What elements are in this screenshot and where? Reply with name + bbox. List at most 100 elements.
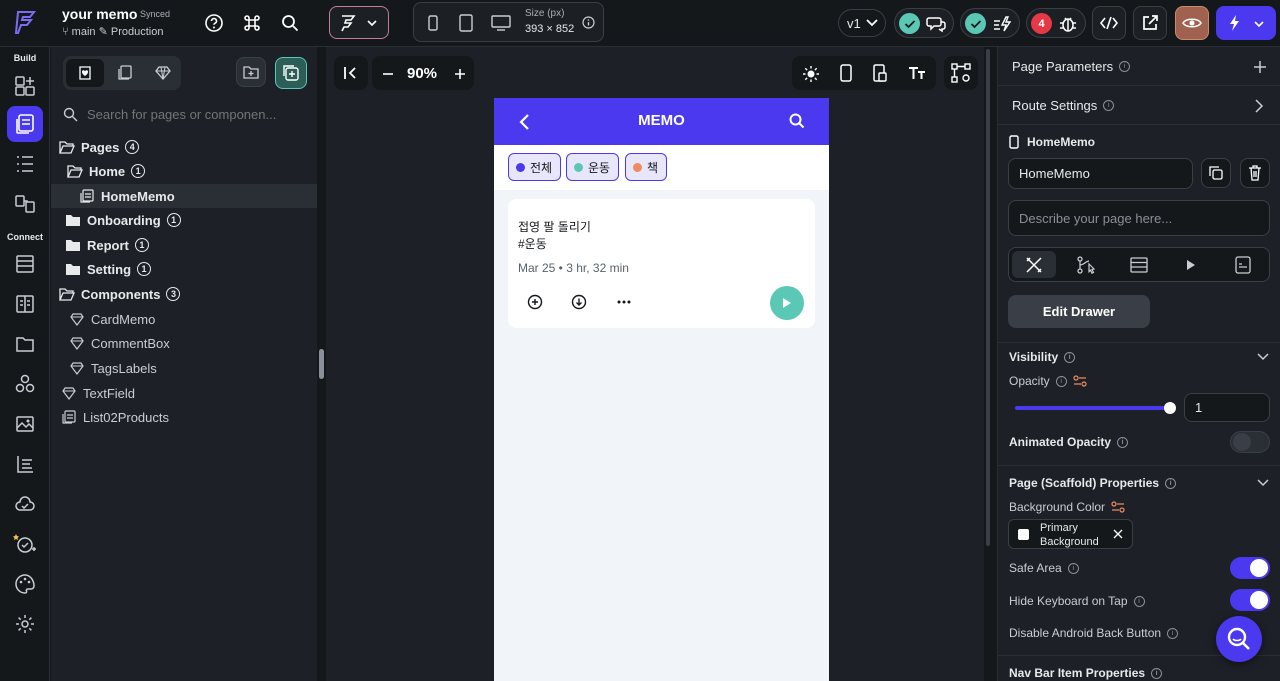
branch-info[interactable]: ⑂ main ✎ Production bbox=[62, 25, 163, 38]
nav-bar-properties-header[interactable]: Nav Bar Item Properties i bbox=[1009, 666, 1163, 680]
opacity-slider-thumb[interactable] bbox=[1164, 402, 1176, 414]
tree-folder-setting[interactable]: Setting 1 bbox=[51, 257, 317, 281]
tab-animations-play-icon[interactable] bbox=[1186, 259, 1196, 271]
tree-component-textfield[interactable]: TextField bbox=[51, 381, 317, 405]
search-icon[interactable] bbox=[277, 10, 303, 36]
chevron-down-icon[interactable] bbox=[1256, 478, 1270, 488]
phone-device-icon[interactable] bbox=[428, 15, 438, 31]
folder-icon[interactable] bbox=[12, 331, 38, 357]
desktop-device-icon[interactable] bbox=[491, 15, 511, 31]
info-icon[interactable]: i bbox=[1119, 60, 1131, 72]
theme-settings-icon[interactable] bbox=[12, 571, 38, 597]
add-icon[interactable] bbox=[1253, 60, 1267, 74]
tree-page-homememo[interactable]: HomeMemo bbox=[51, 184, 317, 208]
widget-tree-icon[interactable] bbox=[12, 151, 38, 177]
tree-folder-home[interactable]: Home 1 bbox=[51, 159, 317, 183]
tab-components-diamond-icon[interactable] bbox=[155, 65, 171, 81]
info-icon[interactable]: i bbox=[1133, 595, 1145, 607]
page-search-input[interactable] bbox=[87, 103, 307, 125]
version-dropdown[interactable]: v1 bbox=[838, 9, 886, 37]
scaffold-properties-header[interactable]: Page (Scaffold) Properties i bbox=[1009, 476, 1177, 490]
page-parameters-header[interactable]: Page Parameters i bbox=[998, 47, 1280, 86]
preview-button[interactable] bbox=[1175, 6, 1209, 40]
chip-book[interactable]: 책 bbox=[625, 153, 668, 181]
page-name-input[interactable]: HomeMemo bbox=[1008, 158, 1193, 189]
route-settings-header[interactable]: Route Settings i bbox=[998, 86, 1280, 125]
play-button[interactable] bbox=[770, 286, 804, 320]
tree-page-list02products[interactable]: List02Products bbox=[51, 405, 317, 429]
light-mode-icon[interactable] bbox=[802, 65, 820, 83]
opacity-slider-track[interactable] bbox=[1015, 406, 1171, 410]
errors-status[interactable]: 4 bbox=[1026, 8, 1086, 38]
project-title[interactable]: your memo bbox=[62, 6, 137, 22]
tree-folder-report[interactable]: Report 1 bbox=[51, 233, 317, 257]
integrations-icon[interactable] bbox=[12, 371, 38, 397]
tab-templates-icon[interactable] bbox=[117, 65, 133, 81]
media-assets-icon[interactable] bbox=[12, 411, 38, 437]
tree-component-cardmemo[interactable]: CardMemo bbox=[51, 307, 317, 331]
opacity-value-input[interactable]: 1 bbox=[1184, 393, 1270, 422]
tree-folder-onboarding[interactable]: Onboarding 1 bbox=[51, 208, 317, 232]
chip-exercise[interactable]: 운동 bbox=[566, 153, 620, 181]
panel-resize-handle[interactable] bbox=[319, 349, 324, 379]
tab-backend-query-icon[interactable] bbox=[1130, 257, 1148, 273]
tab-properties[interactable] bbox=[1012, 251, 1056, 278]
more-horizontal-icon[interactable] bbox=[616, 294, 632, 310]
testing-icon[interactable] bbox=[12, 531, 38, 557]
search-help-fab[interactable] bbox=[1216, 616, 1262, 662]
custom-code-icon[interactable] bbox=[12, 451, 38, 477]
info-icon[interactable]: i bbox=[1067, 562, 1079, 574]
tree-folder-components[interactable]: Components 3 bbox=[51, 282, 317, 306]
database-icon[interactable] bbox=[12, 251, 38, 277]
app-state-icon[interactable] bbox=[12, 291, 38, 317]
code-view-button[interactable] bbox=[1092, 6, 1126, 40]
pages-icon[interactable] bbox=[12, 111, 38, 137]
variable-binding-icon[interactable] bbox=[1073, 375, 1087, 387]
delete-page-button[interactable] bbox=[1240, 158, 1270, 188]
tab-documentation-icon[interactable] bbox=[1235, 256, 1251, 274]
add-page-button[interactable] bbox=[275, 57, 307, 89]
info-icon[interactable]: i bbox=[1165, 477, 1177, 489]
edit-drawer-button[interactable]: Edit Drawer bbox=[1008, 295, 1150, 328]
tree-component-tagslabels[interactable]: TagsLabels bbox=[51, 356, 317, 380]
text-scale-icon[interactable] bbox=[908, 65, 926, 81]
flutterflow-logo-icon[interactable] bbox=[12, 8, 40, 36]
page-description-input[interactable]: Describe your page here... bbox=[1008, 200, 1270, 236]
responsive-icon[interactable] bbox=[873, 64, 887, 82]
download-circle-icon[interactable] bbox=[571, 294, 587, 310]
tablet-device-icon[interactable] bbox=[459, 14, 473, 32]
settings-gear-icon[interactable] bbox=[12, 611, 38, 637]
chip-all[interactable]: 전체 bbox=[508, 153, 562, 181]
search-icon[interactable] bbox=[789, 113, 805, 129]
tab-pages[interactable] bbox=[66, 59, 104, 87]
variable-binding-icon[interactable] bbox=[1111, 501, 1125, 513]
info-icon[interactable]: i bbox=[1064, 351, 1076, 363]
memo-card[interactable]: 접영 팔 돌리기 #운동 Mar 25 • 3 hr, 32 min bbox=[508, 199, 815, 328]
canvas-scroll-thumb[interactable] bbox=[986, 49, 990, 546]
phone-frame-icon[interactable] bbox=[840, 64, 852, 82]
canvas-settings-button[interactable] bbox=[944, 56, 978, 90]
add-circle-icon[interactable] bbox=[527, 294, 543, 310]
tree-folder-pages[interactable]: Pages 4 bbox=[51, 135, 317, 159]
zoom-in-icon[interactable] bbox=[454, 68, 466, 80]
info-icon[interactable]: i bbox=[1117, 436, 1129, 448]
duplicate-page-button[interactable] bbox=[1201, 158, 1231, 188]
safe-area-toggle[interactable] bbox=[1230, 557, 1270, 579]
open-external-button[interactable] bbox=[1133, 6, 1167, 40]
chevron-down-icon[interactable] bbox=[1256, 352, 1270, 362]
clear-icon[interactable] bbox=[1113, 529, 1123, 539]
tree-component-commentbox[interactable]: CommentBox bbox=[51, 331, 317, 355]
new-folder-button[interactable] bbox=[236, 57, 266, 87]
comments-status[interactable] bbox=[894, 8, 954, 38]
automation-status[interactable] bbox=[960, 8, 1020, 38]
background-color-picker[interactable]: Primary Background bbox=[1008, 519, 1133, 549]
info-icon[interactable]: i bbox=[1055, 375, 1067, 387]
collapse-panel-button[interactable] bbox=[334, 56, 368, 90]
zoom-out-icon[interactable] bbox=[382, 68, 394, 80]
command-icon[interactable] bbox=[239, 10, 265, 36]
info-icon[interactable]: i bbox=[1151, 667, 1163, 679]
tab-actions-icon[interactable] bbox=[1077, 256, 1095, 274]
add-widget-icon[interactable] bbox=[12, 73, 38, 99]
storyboard-icon[interactable] bbox=[12, 191, 38, 217]
info-icon[interactable]: i bbox=[1103, 99, 1115, 111]
